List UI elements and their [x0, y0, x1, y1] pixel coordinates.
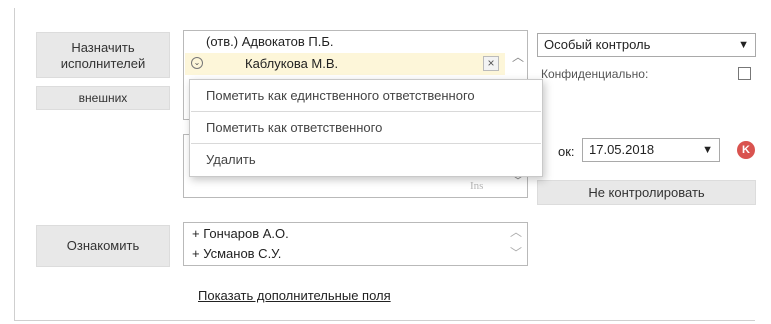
scroll-up-icon[interactable]: ︿ — [510, 226, 522, 238]
list-item[interactable]: + Гончаров А.О. — [192, 226, 289, 241]
list-item[interactable]: + Усманов С.У. — [192, 246, 281, 261]
remove-executor-button[interactable]: × — [483, 56, 499, 71]
external-executors-label: внешних — [78, 91, 128, 105]
menu-item-mark-sole-responsible[interactable]: Пометить как единственного ответственног… — [190, 80, 542, 111]
deadline-date-select[interactable]: 17.05.2018 ▼ — [582, 138, 720, 162]
acquaint-button[interactable]: Ознакомить — [36, 225, 170, 267]
responsible-prefix: (отв.) — [206, 34, 239, 49]
list-item-selected[interactable]: ⌄ Каблукова М.В. × — [185, 53, 505, 75]
confidential-checkbox[interactable] — [738, 67, 751, 80]
no-control-label: Не контролировать — [588, 185, 705, 200]
executor-name: Адвокатов П.Б. — [241, 34, 334, 49]
external-executors-button[interactable]: внешних — [36, 86, 170, 110]
executor-name: Каблукова М.В. — [245, 56, 339, 71]
scroll-down-icon[interactable]: ﹀ — [510, 247, 522, 259]
chevron-down-icon: ▼ — [702, 144, 713, 156]
deadline-label: ок: — [558, 144, 575, 159]
chevron-down-icon: ▼ — [738, 39, 749, 51]
acquaint-list[interactable]: + Гончаров А.О. + Усманов С.У. ︿ ﹀ — [183, 222, 528, 266]
assign-executors-button[interactable]: Назначить исполнителей — [36, 32, 170, 78]
control-type-value: Особый контроль — [544, 37, 651, 52]
ins-label[interactable]: Ins — [470, 180, 483, 192]
deadline-date-value: 17.05.2018 — [589, 142, 655, 157]
no-control-button[interactable]: Не контролировать — [537, 180, 756, 205]
assign-executors-label: Назначить исполнителей — [60, 40, 146, 71]
confidential-label: Конфиденциально: — [541, 67, 649, 81]
list-item[interactable]: (отв.) Адвокатов П.Б. — [206, 34, 334, 49]
control-type-select[interactable]: Особый контроль ▼ — [537, 33, 756, 57]
scroll-up-icon[interactable]: ︿ — [512, 51, 524, 63]
menu-item-mark-responsible[interactable]: Пометить как ответственного — [190, 112, 542, 143]
acquaint-label: Ознакомить — [66, 238, 140, 253]
menu-item-delete[interactable]: Удалить — [190, 144, 542, 175]
expand-circle-icon[interactable]: ⌄ — [191, 57, 203, 69]
context-menu: Пометить как единственного ответственног… — [189, 79, 543, 177]
control-badge[interactable]: K — [737, 141, 755, 159]
show-more-fields-link[interactable]: Показать дополнительные поля — [198, 288, 391, 303]
